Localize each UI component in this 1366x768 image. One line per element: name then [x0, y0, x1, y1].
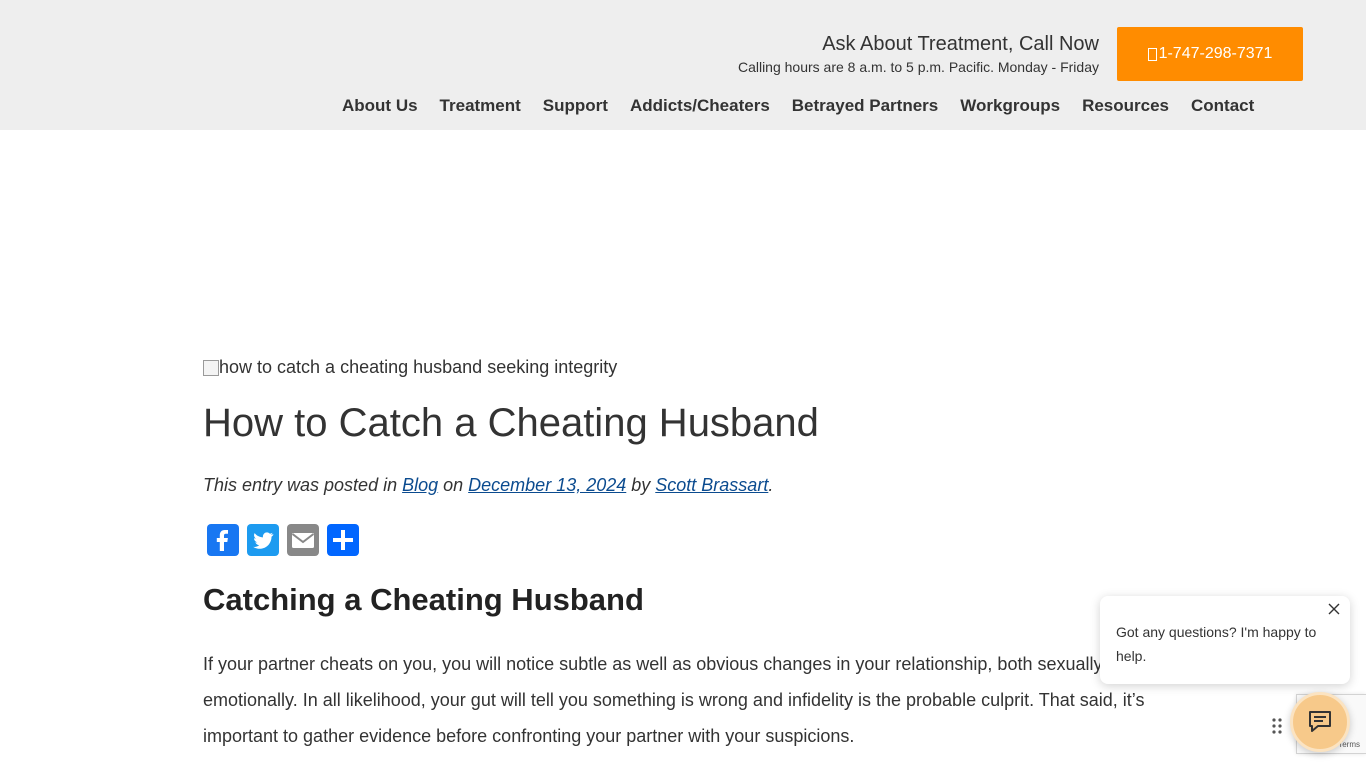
- author-link[interactable]: Scott Brassart: [655, 475, 768, 495]
- featured-image: how to catch a cheating husband seeking …: [203, 357, 617, 378]
- nav-resources[interactable]: Resources: [1071, 96, 1180, 116]
- site-header: Ask About Treatment, Call Now Calling ho…: [0, 0, 1366, 130]
- nav-workgroups[interactable]: Workgroups: [949, 96, 1071, 116]
- email-icon: [291, 533, 315, 548]
- calling-hours: Calling hours are 8 a.m. to 5 p.m. Pacif…: [737, 59, 1099, 75]
- category-link[interactable]: Blog: [402, 475, 438, 495]
- close-icon[interactable]: [1328, 603, 1340, 615]
- chat-icon: [1309, 711, 1331, 732]
- share-buttons: [207, 524, 359, 556]
- meta-suffix: .: [768, 475, 774, 495]
- chat-message: Got any questions? I'm happy to help.: [1116, 624, 1317, 664]
- nav-treatment[interactable]: Treatment: [429, 96, 532, 116]
- date-link[interactable]: December 13, 2024: [468, 475, 626, 495]
- chat-launcher-button[interactable]: [1290, 692, 1350, 752]
- intro-paragraph: If your partner cheats on you, you will …: [203, 654, 1145, 746]
- call-phone-button[interactable]: 1-747-298-7371: [1117, 27, 1303, 81]
- facebook-icon: [216, 530, 228, 551]
- cta-title: Ask About Treatment, Call Now: [822, 33, 1099, 55]
- phone-number: 1-747-298-7371: [1158, 45, 1273, 62]
- meta-on: on: [438, 475, 469, 495]
- section-heading: Catching a Cheating Husband: [203, 582, 644, 617]
- post-meta: This entry was posted in Blog on Decembe…: [203, 475, 773, 496]
- share-button[interactable]: [327, 524, 359, 556]
- post-title: How to Catch a Cheating Husband: [203, 401, 819, 445]
- nav-addicts-cheaters[interactable]: Addicts/Cheaters: [619, 96, 781, 116]
- meta-prefix: This entry was posted in: [203, 475, 403, 495]
- nav-contact[interactable]: Contact: [1180, 96, 1265, 116]
- featured-image-alt: how to catch a cheating husband seeking …: [219, 357, 618, 377]
- twitter-share-button[interactable]: [247, 524, 279, 556]
- phone-icon: [1147, 47, 1157, 61]
- nav-betrayed-partners[interactable]: Betrayed Partners: [781, 96, 949, 116]
- broken-image-icon: [203, 359, 219, 376]
- email-share-button[interactable]: [287, 524, 319, 556]
- nav-about-us[interactable]: About Us: [331, 96, 429, 116]
- facebook-share-button[interactable]: [207, 524, 239, 556]
- meta-by: by: [626, 475, 656, 495]
- drag-handle-icon[interactable]: [1271, 717, 1283, 735]
- nav-support[interactable]: Support: [532, 96, 619, 116]
- main-nav: About Us Treatment Support Addicts/Cheat…: [331, 96, 1265, 116]
- chat-greeting-bubble: Got any questions? I'm happy to help.: [1100, 596, 1350, 684]
- twitter-icon: [253, 532, 274, 549]
- share-icon: [333, 530, 353, 550]
